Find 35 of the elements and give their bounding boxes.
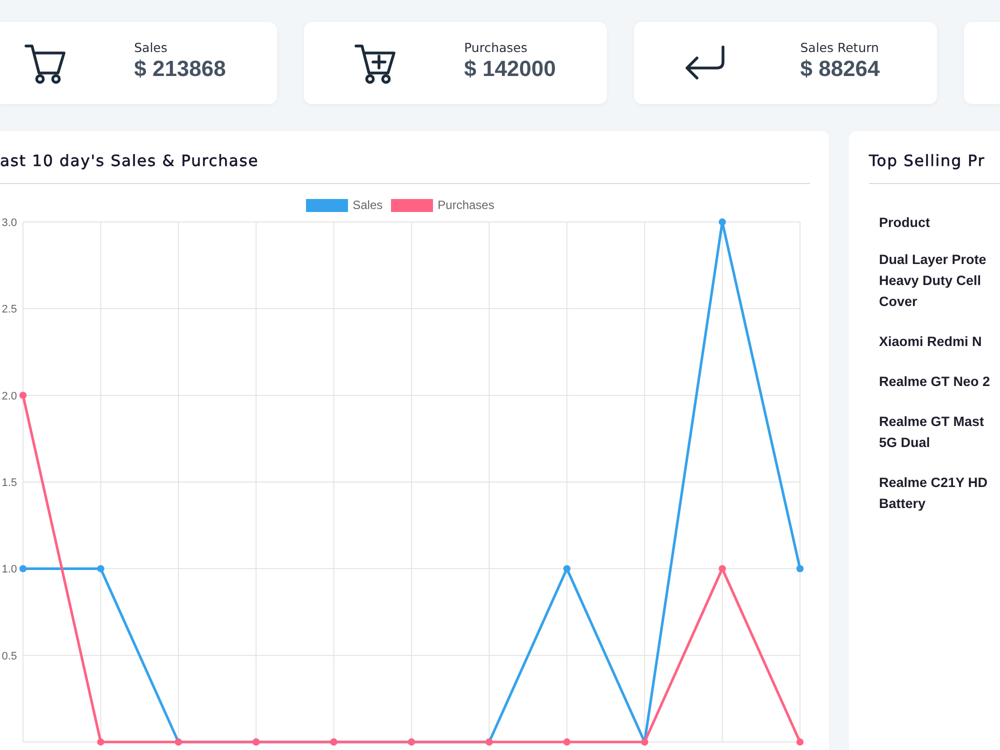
stat-label: Sales	[134, 40, 168, 56]
column-header: Product	[879, 214, 930, 232]
stat-label: Sales Return	[800, 40, 879, 56]
data-point	[97, 738, 104, 746]
axis-tick-label: 1.0	[2, 564, 17, 576]
cart-plus-icon	[354, 42, 396, 84]
chart-title: ast 10 day's Sales & Purchase	[0, 151, 259, 172]
cart-icon	[24, 42, 66, 84]
return-arrow-icon	[684, 45, 726, 81]
data-point	[563, 738, 570, 746]
axis-tick-label: 2.5	[2, 304, 17, 316]
data-point	[19, 392, 27, 399]
data-point	[718, 218, 726, 226]
stat-value: $ 88264	[800, 56, 880, 82]
data-point	[563, 565, 570, 572]
product-name: Dual Layer Prote Heavy Duty Cell Cover	[879, 250, 986, 310]
product-name: Xiaomi Redmi N	[879, 332, 982, 350]
data-point	[19, 565, 27, 572]
stat-value: $ 142000	[464, 56, 556, 82]
stat-label: Purchases	[464, 40, 528, 56]
product-name: Realme GT Neo 2	[879, 372, 990, 390]
data-point	[796, 738, 804, 746]
axis-tick-label: 3.0	[2, 217, 17, 229]
axis-tick-label: 0.5	[2, 650, 17, 662]
legend-label: Sales	[352, 199, 383, 212]
data-point	[97, 565, 104, 572]
product-name: Realme C21Y HD Battery	[879, 474, 988, 513]
stat-value: $ 213868	[134, 56, 226, 82]
data-point	[796, 565, 804, 572]
legend-label: Purchases	[438, 199, 494, 212]
axis-tick-label: 2.0	[2, 390, 17, 402]
product-name: Realme GT Mast 5G Dual	[879, 412, 984, 452]
panel-title: Top Selling Pr	[869, 151, 986, 172]
axis-tick-label: 1.5	[2, 477, 17, 489]
data-point	[718, 565, 726, 572]
